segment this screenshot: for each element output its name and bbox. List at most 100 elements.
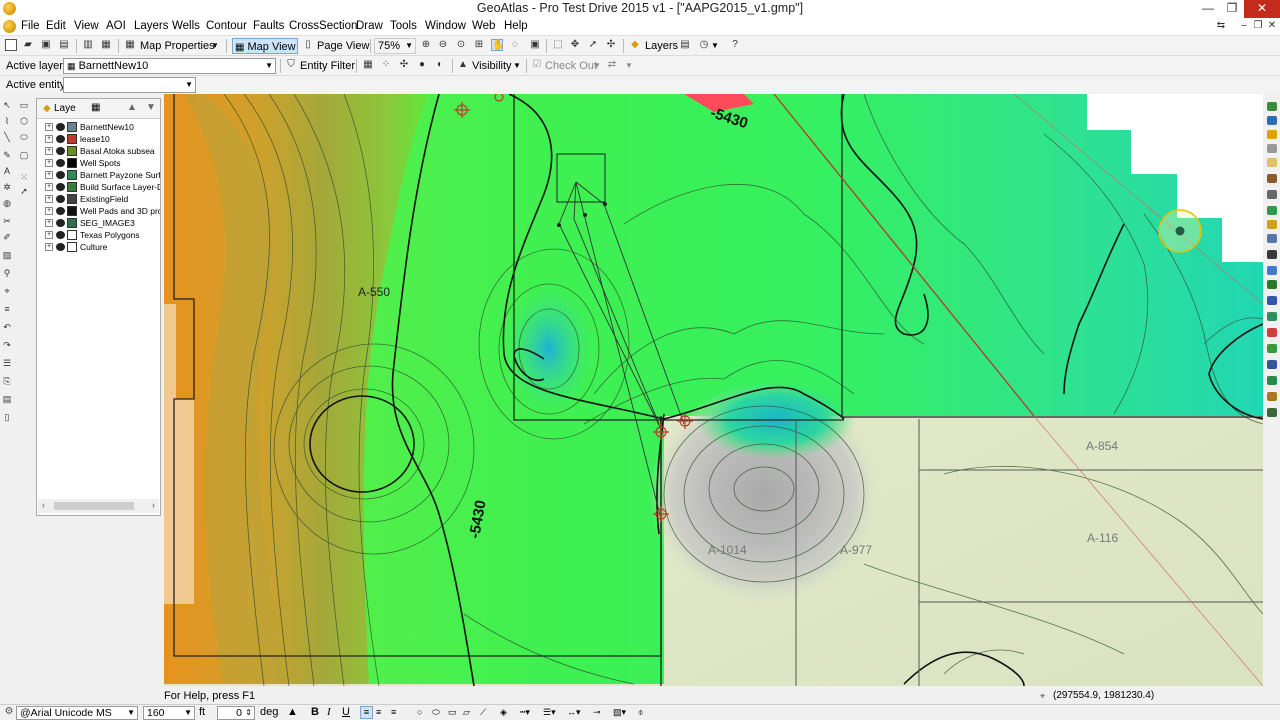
layer-row[interactable]: + Culture	[37, 241, 160, 253]
visibility-eye-icon[interactable]	[56, 147, 65, 155]
globe-icon[interactable]	[1267, 102, 1277, 111]
chart-icon[interactable]	[1267, 206, 1277, 215]
ruler-icon[interactable]: ⌖	[2, 286, 12, 296]
align-center-icon[interactable]: ≡	[376, 705, 381, 720]
map-view-button[interactable]: ▦ Map View	[232, 38, 298, 54]
line-cap-icon[interactable]: ⊸	[593, 705, 601, 720]
select-arrow-icon[interactable]: ↖	[2, 100, 12, 110]
expand-icon[interactable]: +	[45, 183, 53, 191]
help-pointer-icon[interactable]: ?	[729, 39, 741, 51]
world-icon[interactable]	[1267, 116, 1277, 125]
visibility-dropdown-icon[interactable]: ▼	[513, 58, 521, 74]
active-entity-select[interactable]: ▼	[63, 77, 196, 93]
expand-icon[interactable]: +	[45, 231, 53, 239]
check-in-icon[interactable]: ⇄	[606, 59, 618, 71]
visibility-eye-icon[interactable]	[56, 123, 65, 131]
fill-tool-icon[interactable]: ◈	[500, 705, 507, 720]
select-tool-icon[interactable]: ⬚	[552, 39, 564, 51]
point-tool-icon[interactable]: ●	[416, 59, 428, 71]
maximize-button[interactable]: ❐	[1220, 0, 1244, 18]
menu-wells[interactable]: Wells	[170, 19, 202, 34]
expand-icon[interactable]: +	[45, 195, 53, 203]
move-tool-icon[interactable]: ✥	[569, 39, 581, 51]
visibility-eye-icon[interactable]	[56, 243, 65, 251]
cut-icon[interactable]: ✂	[2, 216, 12, 226]
menu-layers[interactable]: Layers	[132, 19, 171, 34]
grid-map-icon[interactable]	[1267, 312, 1277, 321]
close-button[interactable]: ✕	[1244, 0, 1280, 18]
contour-icon[interactable]	[1267, 376, 1277, 385]
scrollbar-thumb[interactable]	[54, 502, 134, 510]
pointer-icon[interactable]: ➚	[19, 186, 29, 196]
move-layer-up-icon[interactable]: ▲	[127, 102, 137, 113]
menu-edit[interactable]: Edit	[44, 19, 68, 34]
pen-icon[interactable]: ✎	[2, 150, 12, 160]
zoom-window-icon[interactable]: ⊞	[473, 39, 485, 51]
menu-file[interactable]: File	[19, 19, 42, 34]
grid-dots-icon[interactable]: ⁙	[19, 172, 29, 182]
layer-row[interactable]: + Barnett Payzone Surf	[37, 169, 160, 181]
shadow-icon[interactable]: ▨▾	[613, 705, 626, 720]
visibility-eye-icon[interactable]	[56, 159, 65, 167]
text-icon[interactable]: A	[2, 166, 12, 176]
map-svg[interactable]: -5430 A-550 -5430 A-854 A-116 A-1014 A-9…	[164, 94, 1263, 686]
polygon-icon[interactable]: ⬡	[19, 116, 29, 126]
layer-row[interactable]: + Well Pads and 3D pro	[37, 205, 160, 217]
page-view-button[interactable]: Page View	[317, 38, 369, 54]
zoom-out-icon[interactable]: ⊖	[437, 39, 449, 51]
move-layer-down-icon[interactable]: ▼	[146, 102, 156, 113]
visibility-eye-icon[interactable]	[56, 135, 65, 143]
menu-window[interactable]: Window	[423, 19, 468, 34]
layer-row[interactable]: + Build Surface Layer-D	[37, 181, 160, 193]
layers-button[interactable]: Layers	[645, 38, 678, 54]
expand-icon[interactable]: +	[45, 243, 53, 251]
star-icon[interactable]	[1267, 130, 1277, 139]
visibility-eye-icon[interactable]	[56, 207, 65, 215]
parallelogram-tool-icon[interactable]: ▱	[463, 705, 470, 720]
refresh-icon[interactable]: ◌	[509, 39, 521, 51]
scatter-tool-icon[interactable]: ⁘	[380, 59, 392, 71]
doc-restore-icon[interactable]: ❐	[1252, 20, 1264, 32]
volume-icon[interactable]	[1267, 296, 1277, 305]
layer-row[interactable]: + ExistingField	[37, 193, 160, 205]
menu-aoi[interactable]: AOI	[104, 19, 128, 34]
rotate-tool-icon[interactable]: ◐	[434, 59, 446, 71]
map-canvas[interactable]: -5430 A-550 -5430 A-854 A-116 A-1014 A-9…	[164, 94, 1263, 686]
layer-properties-icon[interactable]: ▦	[91, 102, 100, 113]
circle-tool-icon[interactable]: ○	[417, 705, 422, 720]
stack-icon[interactable]: ≡	[2, 304, 12, 314]
menu-faults[interactable]: Faults	[251, 19, 286, 34]
entity-filter-button[interactable]: Entity Filter	[300, 58, 355, 74]
surface-icon[interactable]	[1267, 280, 1277, 289]
menu-draw[interactable]: Draw	[354, 19, 385, 34]
visibility-button[interactable]: Visibility	[472, 58, 512, 74]
align-left-icon[interactable]: ≡	[360, 706, 373, 719]
redo-icon[interactable]: ↷	[2, 340, 12, 350]
visibility-eye-icon[interactable]	[56, 231, 65, 239]
scroll-left-icon[interactable]: ‹	[42, 500, 45, 510]
angle-input[interactable]: 0 ⇕	[217, 706, 255, 720]
map-properties-button[interactable]: Map Properties	[140, 38, 215, 54]
bar-icon[interactable]	[1267, 220, 1277, 229]
grid-tool-icon[interactable]: ▦	[362, 59, 374, 71]
table-view-icon[interactable]	[1267, 266, 1277, 275]
report-icon[interactable]	[1267, 328, 1277, 337]
undo-icon[interactable]: ↶	[2, 322, 12, 332]
expand-icon[interactable]: +	[45, 159, 53, 167]
new-icon[interactable]	[5, 39, 17, 51]
link-icon[interactable]: ⚲	[2, 268, 12, 278]
fit-page-icon[interactable]: ▣	[529, 39, 541, 51]
check-out-button[interactable]: Check Out	[545, 58, 597, 74]
save-icon[interactable]: ▣	[40, 39, 52, 51]
italic-button[interactable]: I	[327, 705, 331, 720]
line-style-icon[interactable]: ┅▾	[520, 705, 530, 720]
well-icon[interactable]: ◍	[2, 198, 12, 208]
line-icon[interactable]: ╲	[2, 132, 12, 142]
rectangle-icon[interactable]: ▭	[19, 100, 29, 110]
line-width-icon[interactable]: ☰▾	[543, 705, 556, 720]
check-out-dropdown-icon[interactable]: ▼	[593, 58, 601, 74]
check-in-dropdown-icon[interactable]: ▼	[625, 58, 633, 74]
text-color-icon[interactable]: ▲	[287, 705, 298, 720]
scroll-right-icon[interactable]: ›	[152, 500, 155, 510]
map-properties-icon[interactable]: ▦	[124, 39, 136, 51]
